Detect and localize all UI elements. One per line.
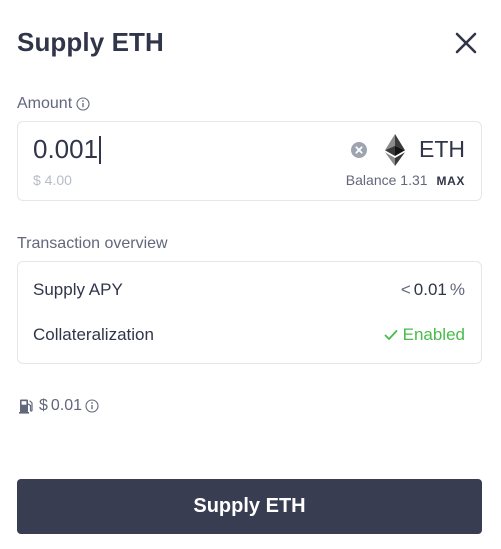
gas-currency: $: [39, 397, 48, 414]
balance-row: Balance 1.31 MAX: [346, 172, 465, 188]
text-caret: [99, 135, 102, 164]
apy-number: 0.01: [413, 280, 447, 299]
apy-suffix: %: [449, 280, 465, 299]
collateralization-value: Enabled: [402, 325, 465, 344]
amount-input[interactable]: 0.001: [33, 134, 102, 165]
gas-pump-icon: [19, 398, 33, 414]
info-icon[interactable]: [76, 97, 90, 111]
clear-icon[interactable]: [351, 142, 367, 158]
balance-text: Balance 1.31: [346, 172, 428, 188]
max-button[interactable]: MAX: [437, 174, 465, 188]
amount-label: Amount: [17, 95, 73, 112]
supply-apy-value: < 0.01 %: [401, 280, 465, 300]
gas-amount: $ 0.01: [39, 397, 99, 415]
collateralization-status: Enabled: [384, 325, 465, 345]
overview-label: Transaction overview: [17, 235, 168, 252]
apy-prefix: <: [400, 280, 411, 299]
gas-estimate: $ 0.01: [19, 397, 99, 415]
close-icon[interactable]: [452, 29, 480, 57]
supply-apy-row: Supply APY < 0.01 %: [33, 280, 465, 300]
transaction-overview: Supply APY < 0.01 % Collateralization En…: [17, 261, 482, 364]
info-icon[interactable]: [85, 399, 99, 413]
amount-input-value: 0.001: [33, 134, 99, 164]
amount-input-box[interactable]: 0.001 $ 4.00 ETH Balance 1.31 MAX: [17, 121, 482, 201]
balance-value: 1.31: [400, 172, 428, 188]
collateralization-label: Collateralization: [33, 325, 154, 344]
collateralization-row: Collateralization Enabled: [33, 325, 465, 345]
balance-label: Balance: [345, 172, 397, 188]
amount-usd-value: $ 4.00: [33, 172, 72, 188]
supply-apy-label: Supply APY: [33, 280, 123, 299]
supply-button[interactable]: Supply ETH: [17, 479, 482, 534]
token-symbol: ETH: [419, 136, 465, 162]
modal-title: Supply ETH: [17, 27, 164, 57]
check-icon: [384, 330, 398, 340]
amount-label-row: Amount: [17, 95, 90, 113]
eth-logo-icon: [385, 134, 405, 166]
gas-value: 0.01: [50, 397, 83, 414]
